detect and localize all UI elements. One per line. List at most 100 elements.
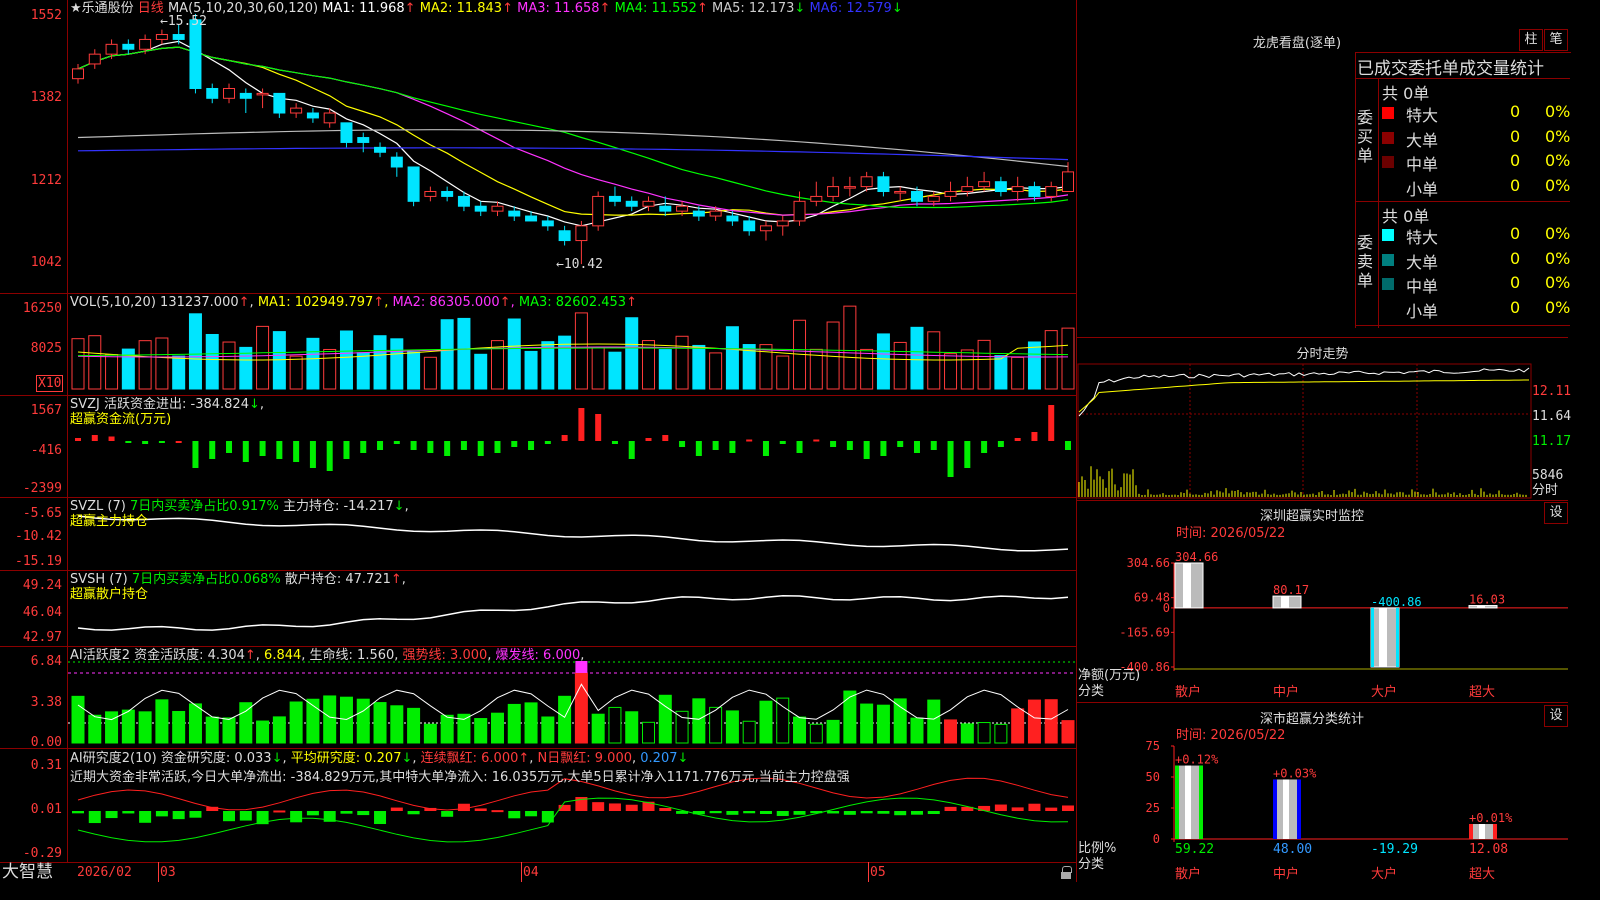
sell-orders-label: 委卖单 bbox=[1357, 233, 1374, 290]
buy-row-3-pct: 0% bbox=[1545, 151, 1571, 170]
volume-bar bbox=[88, 335, 102, 390]
ai-research-bar bbox=[139, 811, 152, 823]
stats-ytick: 50 bbox=[1146, 770, 1160, 784]
svzj-bar bbox=[930, 441, 937, 450]
volume-bar bbox=[205, 333, 219, 390]
ai-research-bar bbox=[793, 811, 806, 815]
main-chart-svg[interactable] bbox=[0, 0, 1076, 882]
stock-name[interactable]: ★乐通股份 bbox=[70, 1, 134, 16]
stats-ytick: 25 bbox=[1146, 801, 1160, 815]
svzj-bar bbox=[628, 441, 635, 459]
ai-research-bar bbox=[743, 811, 756, 814]
volume-bar bbox=[608, 351, 622, 390]
ai-research-ytick-1: 0.31 bbox=[30, 758, 62, 773]
ai-active-bar bbox=[423, 723, 437, 744]
ai-active-bar bbox=[960, 723, 974, 744]
ai-active-bar bbox=[876, 704, 890, 744]
candle-body bbox=[659, 205, 672, 212]
bar-mode-button[interactable]: 柱 bbox=[1519, 29, 1543, 51]
ai-research-bar bbox=[390, 807, 403, 811]
ai-active-bar bbox=[474, 718, 488, 744]
candle-body bbox=[172, 34, 185, 40]
monitor-chart[interactable]: 304.6669.480-165.69-400.86304.66散户80.17中… bbox=[1077, 501, 1568, 701]
stats-category-label: 中户 bbox=[1273, 866, 1299, 882]
buy-orders-label: 委买单 bbox=[1357, 108, 1374, 165]
candle-body bbox=[843, 186, 856, 189]
vol-header: VOL(5,10,20) 131237.000↑, MA1: 102949.79… bbox=[70, 295, 637, 310]
svzj-bar bbox=[343, 441, 350, 459]
candle-body bbox=[72, 68, 84, 80]
candle-body bbox=[910, 191, 923, 202]
ai-active-bar bbox=[490, 712, 504, 744]
sell-row-4-count: 0 bbox=[1510, 297, 1521, 317]
svzj-bar bbox=[611, 441, 618, 444]
svzj-bar bbox=[460, 441, 467, 450]
svzj-panel-border bbox=[0, 497, 1076, 498]
candle-body bbox=[709, 210, 722, 217]
volume-bar bbox=[390, 338, 404, 390]
intraday-chart[interactable] bbox=[1077, 360, 1568, 500]
sell-row-3-pct: 0% bbox=[1545, 273, 1571, 292]
volume-bar bbox=[893, 341, 907, 390]
ai-active-bar bbox=[927, 699, 941, 744]
svzj-bar bbox=[964, 441, 971, 468]
svzj-bar bbox=[1031, 432, 1038, 441]
ai-active-bar bbox=[239, 702, 253, 744]
svzj-bar bbox=[158, 441, 165, 443]
volume-bar bbox=[910, 326, 924, 390]
sell-row-4-pct: 0% bbox=[1545, 297, 1571, 317]
ai-active-bar bbox=[188, 703, 202, 744]
price-ytick-3: 1212 bbox=[30, 173, 62, 188]
ai-active-bar bbox=[138, 711, 152, 744]
ai-active-line bbox=[77, 683, 1069, 721]
ai-active-bar bbox=[1011, 708, 1025, 744]
ai-active-header: AI活跃度2 资金活跃度: 4.304↑, 6.844, 生命线: 1.560,… bbox=[70, 648, 585, 663]
candle-body bbox=[575, 225, 588, 242]
svzl-ytick-2: -10.42 bbox=[15, 529, 62, 544]
sell-row-3-swatch bbox=[1382, 278, 1394, 290]
candle-body bbox=[676, 205, 689, 212]
vol-title: VOL(5,10,20) bbox=[70, 295, 156, 310]
candle-body bbox=[592, 195, 605, 227]
ai-research-bar bbox=[122, 811, 135, 814]
candle-body bbox=[726, 215, 739, 222]
volume-bar bbox=[1061, 327, 1075, 390]
sell-row-1-swatch bbox=[1382, 229, 1394, 241]
candle-body bbox=[491, 205, 504, 212]
volume-bar bbox=[188, 313, 202, 390]
volume-bar bbox=[860, 348, 874, 390]
stats-chart[interactable]: 75 50 25 0 +0.12% 59.22 散户 +0.03% 48.00 中户 -19.29 大… bbox=[1077, 702, 1568, 882]
brand-label[interactable]: 大智慧 bbox=[2, 862, 53, 882]
ma5-value: MA5: 12.173↓ bbox=[712, 1, 806, 16]
volume-bar bbox=[709, 352, 723, 390]
orders-bottom-border bbox=[1355, 325, 1570, 326]
price-panel-border bbox=[0, 293, 1076, 294]
svzj-subtitle: 超赢资金流(万元) bbox=[70, 412, 172, 427]
ma6-value: MA6: 12.579↓ bbox=[809, 1, 903, 16]
buy-row-4-count: 0 bbox=[1510, 175, 1521, 195]
candle-body bbox=[340, 122, 353, 143]
volume-bar bbox=[625, 317, 639, 390]
candle-body bbox=[994, 181, 1007, 193]
svsh-panel-border bbox=[0, 646, 1076, 647]
ai-research-bar bbox=[340, 811, 353, 814]
buy-row-1-pct: 0% bbox=[1545, 102, 1571, 121]
ai-research-bar bbox=[189, 811, 202, 818]
ai-active-bar bbox=[591, 713, 605, 744]
svzj-bar bbox=[494, 441, 501, 453]
candle-body bbox=[441, 191, 454, 197]
ai-research-bar bbox=[827, 811, 840, 814]
ai-research-bar bbox=[88, 811, 101, 824]
buy-row-1-swatch bbox=[1382, 107, 1394, 119]
ai-research-bar bbox=[726, 811, 739, 815]
ai-research-bar bbox=[441, 811, 454, 817]
vol-value: 131237.000↑, bbox=[160, 295, 254, 310]
svzj-bar bbox=[729, 441, 736, 453]
main-chart-area[interactable] bbox=[0, 0, 1076, 882]
svzj-bar bbox=[427, 441, 434, 453]
candle-body bbox=[306, 112, 319, 119]
svzj-bar bbox=[326, 441, 333, 471]
candle-body bbox=[860, 176, 873, 188]
monitor-bar-edge bbox=[1396, 607, 1399, 667]
tick-mode-button[interactable]: 笔 bbox=[1544, 29, 1568, 51]
